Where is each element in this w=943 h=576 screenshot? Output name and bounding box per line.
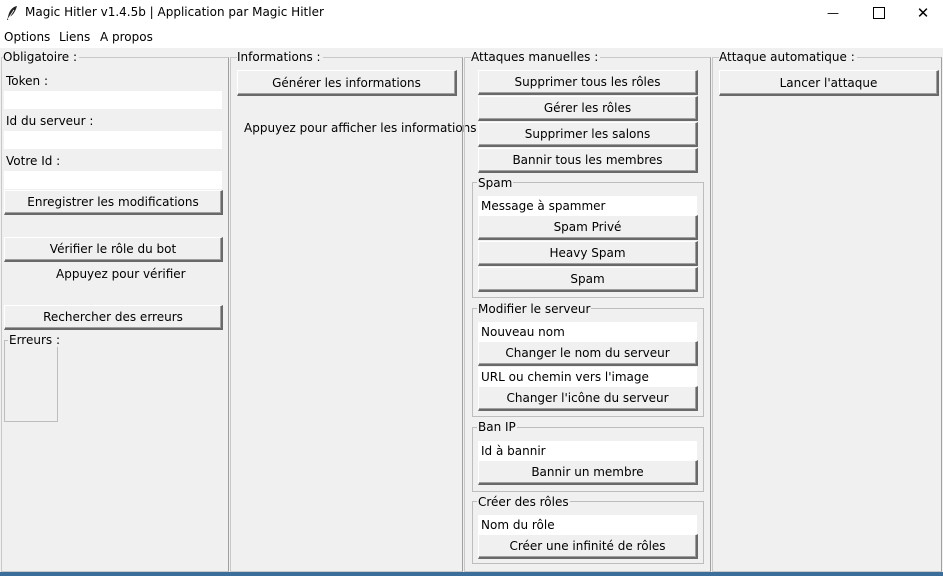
manage-roles-button[interactable]: Gérer les rôles xyxy=(478,96,698,121)
user-id-label: Votre Id : xyxy=(6,154,61,168)
window-title: Magic Hitler v1.4.5b | Application par M… xyxy=(25,5,324,19)
modify-server-label: Modifier le serveur xyxy=(477,302,592,316)
heavy-spam-button[interactable]: Heavy Spam xyxy=(478,241,698,266)
server-id-input[interactable] xyxy=(4,131,222,149)
ban-member-button[interactable]: Bannir un membre xyxy=(478,460,698,485)
check-role-button[interactable]: Vérifier le rôle du bot xyxy=(4,237,223,262)
menu-bar: Options Liens A propos xyxy=(0,26,943,48)
spam-private-button[interactable]: Spam Privé xyxy=(478,215,698,240)
change-icon-button[interactable]: Changer l'icône du serveur xyxy=(478,386,698,411)
info-status-text: Appuyez pour afficher les informations xyxy=(244,121,477,135)
change-name-button[interactable]: Changer le nom du serveur xyxy=(478,341,698,366)
delete-channels-button[interactable]: Supprimer les salons xyxy=(478,122,698,147)
spam-button[interactable]: Spam xyxy=(478,267,698,292)
role-name-input[interactable] xyxy=(478,515,697,534)
new-name-input[interactable] xyxy=(478,322,697,341)
title-bar: Magic Hitler v1.4.5b | Application par M… xyxy=(0,0,943,26)
icon-path-input[interactable] xyxy=(478,367,697,386)
menu-options[interactable]: Options xyxy=(4,30,50,44)
close-button[interactable]: ✕ xyxy=(900,0,943,26)
ban-all-button[interactable]: Bannir tous les membres xyxy=(478,148,698,173)
save-button[interactable]: Enregistrer les modifications xyxy=(4,190,223,215)
minimize-button[interactable]: — xyxy=(810,0,856,26)
feather-icon xyxy=(6,5,18,21)
ban-id-input[interactable] xyxy=(478,441,697,460)
panel-auto-attack-title: Attaque automatique : xyxy=(719,50,857,64)
panel-informations-title: Informations : xyxy=(237,50,323,64)
server-id-label: Id du serveur : xyxy=(6,114,94,128)
search-errors-button[interactable]: Rechercher des erreurs xyxy=(4,305,223,330)
delete-roles-button[interactable]: Supprimer tous les rôles xyxy=(478,70,698,95)
panel-manual-attacks-title: Attaques manuelles : xyxy=(471,50,601,64)
minimize-icon: — xyxy=(827,6,839,20)
create-roles-label: Créer des rôles xyxy=(477,495,570,509)
user-id-input[interactable] xyxy=(4,171,222,189)
token-label: Token : xyxy=(6,74,48,88)
maximize-icon xyxy=(873,7,885,19)
menu-liens[interactable]: Liens xyxy=(59,30,90,44)
errors-group xyxy=(4,340,58,422)
spam-message-input[interactable] xyxy=(478,196,697,215)
errors-label: Erreurs : xyxy=(8,333,62,347)
ban-ip-label: Ban IP xyxy=(477,420,517,434)
create-roles-button[interactable]: Créer une infinité de rôles xyxy=(478,534,698,559)
spam-group-label: Spam xyxy=(477,176,514,190)
menu-apropos[interactable]: A propos xyxy=(100,30,153,44)
check-role-status: Appuyez pour vérifier xyxy=(56,267,186,281)
panel-obligatoire-title: Obligatoire : xyxy=(3,50,79,64)
launch-attack-button[interactable]: Lancer l'attaque xyxy=(719,70,939,96)
generate-info-button[interactable]: Générer les informations xyxy=(237,70,457,96)
panel-auto-attack xyxy=(712,57,942,572)
taskbar-edge xyxy=(0,572,943,576)
close-icon: ✕ xyxy=(916,4,930,22)
maximize-button[interactable] xyxy=(856,0,902,26)
token-input[interactable] xyxy=(4,91,222,109)
